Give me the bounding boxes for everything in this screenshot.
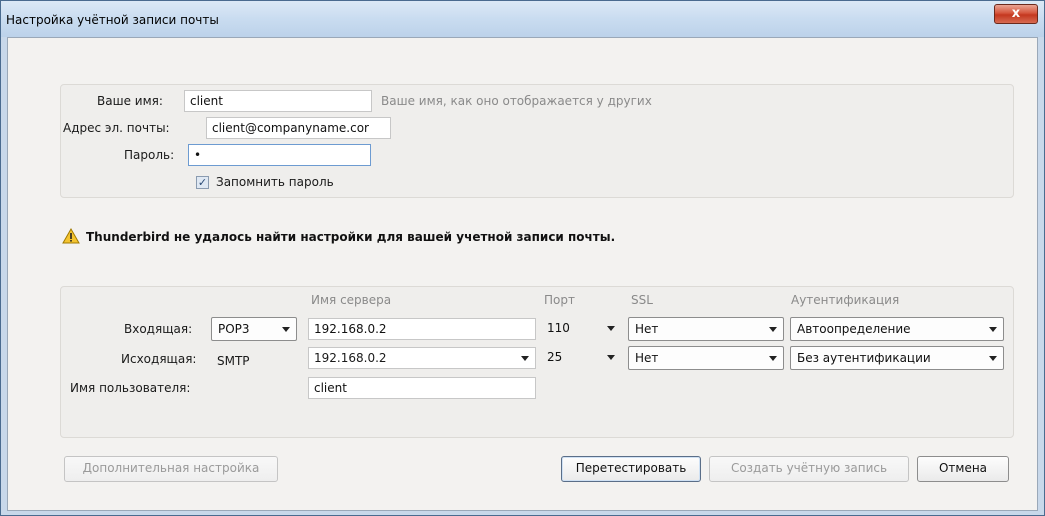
incoming-protocol-select[interactable]: POP3 <box>211 317 297 341</box>
password-input-value: • <box>194 148 202 162</box>
create-account-button[interactable]: Создать учётную запись <box>709 456 909 482</box>
chevron-down-icon <box>989 327 997 332</box>
remember-password-checkbox[interactable]: ✓ <box>196 176 209 189</box>
outgoing-ssl-select[interactable]: Нет <box>628 346 784 370</box>
outgoing-auth-value: Без аутентификации <box>797 351 931 365</box>
username-input[interactable]: client <box>308 377 536 399</box>
outgoing-ssl-value: Нет <box>635 351 659 365</box>
outgoing-server-combobox[interactable]: 192.168.0.2 <box>308 347 536 369</box>
incoming-auth-select[interactable]: Автоопределение <box>790 317 1004 341</box>
username-label: Имя пользователя: <box>70 381 191 395</box>
header-port: Порт <box>544 293 575 307</box>
password-input[interactable]: • <box>188 144 371 166</box>
window-title: Настройка учётной записи почты <box>6 13 219 27</box>
incoming-port-value: 110 <box>547 321 570 335</box>
chevron-down-icon <box>607 326 615 331</box>
advanced-config-button[interactable]: Дополнительная настройка <box>64 456 278 482</box>
chevron-down-icon <box>769 327 777 332</box>
incoming-server-input[interactable]: 192.168.0.2 <box>308 318 536 340</box>
header-auth: Аутентификация <box>791 293 900 307</box>
title-bar[interactable]: Настройка учётной записи почты x <box>1 1 1044 37</box>
chevron-down-icon <box>989 356 997 361</box>
incoming-auth-value: Автоопределение <box>797 322 911 336</box>
warning-message: Thunderbird не удалось найти настройки д… <box>86 230 616 244</box>
outgoing-server-value: 192.168.0.2 <box>314 351 387 365</box>
name-input-value: client <box>190 94 223 108</box>
email-input[interactable]: client@companyname.cor <box>206 117 391 139</box>
close-icon: x <box>1011 6 1021 21</box>
outgoing-port-value: 25 <box>547 350 563 364</box>
email-label: Адрес эл. почты: <box>63 121 170 135</box>
outgoing-label: Исходящая: <box>121 352 197 366</box>
name-input[interactable]: client <box>184 90 372 112</box>
name-hint: Ваше имя, как оно отображается у других <box>381 94 652 108</box>
incoming-protocol-value: POP3 <box>218 322 250 336</box>
username-input-value: client <box>314 381 347 395</box>
outgoing-port-select[interactable]: 25 <box>542 347 619 369</box>
incoming-port-select[interactable]: 110 <box>542 318 619 340</box>
cancel-button[interactable]: Отмена <box>917 456 1009 482</box>
dialog-body: Ваше имя: client Ваше имя, как оно отобр… <box>7 37 1038 511</box>
incoming-label: Входящая: <box>124 322 193 336</box>
email-input-value: client@companyname.cor <box>212 121 369 135</box>
remember-password-label[interactable]: Запомнить пароль <box>216 175 334 189</box>
chevron-down-icon <box>521 356 529 361</box>
incoming-ssl-value: Нет <box>635 322 659 336</box>
outgoing-auth-select[interactable]: Без аутентификации <box>790 346 1004 370</box>
chevron-down-icon <box>607 355 615 360</box>
chevron-down-icon <box>769 356 777 361</box>
outgoing-protocol: SMTP <box>217 354 250 368</box>
password-label: Пароль: <box>124 148 175 162</box>
checkmark-icon: ✓ <box>197 176 208 189</box>
account-setup-window: Настройка учётной записи почты x Ваше им… <box>0 0 1045 516</box>
name-label: Ваше имя: <box>97 94 163 108</box>
incoming-ssl-select[interactable]: Нет <box>628 317 784 341</box>
header-ssl: SSL <box>631 293 653 307</box>
incoming-server-value: 192.168.0.2 <box>314 322 387 336</box>
warning-triangle-icon <box>62 228 80 244</box>
close-button[interactable]: x <box>994 4 1038 24</box>
header-server-name: Имя сервера <box>311 293 392 307</box>
retest-button[interactable]: Перетестировать <box>561 456 701 482</box>
chevron-down-icon <box>282 327 290 332</box>
